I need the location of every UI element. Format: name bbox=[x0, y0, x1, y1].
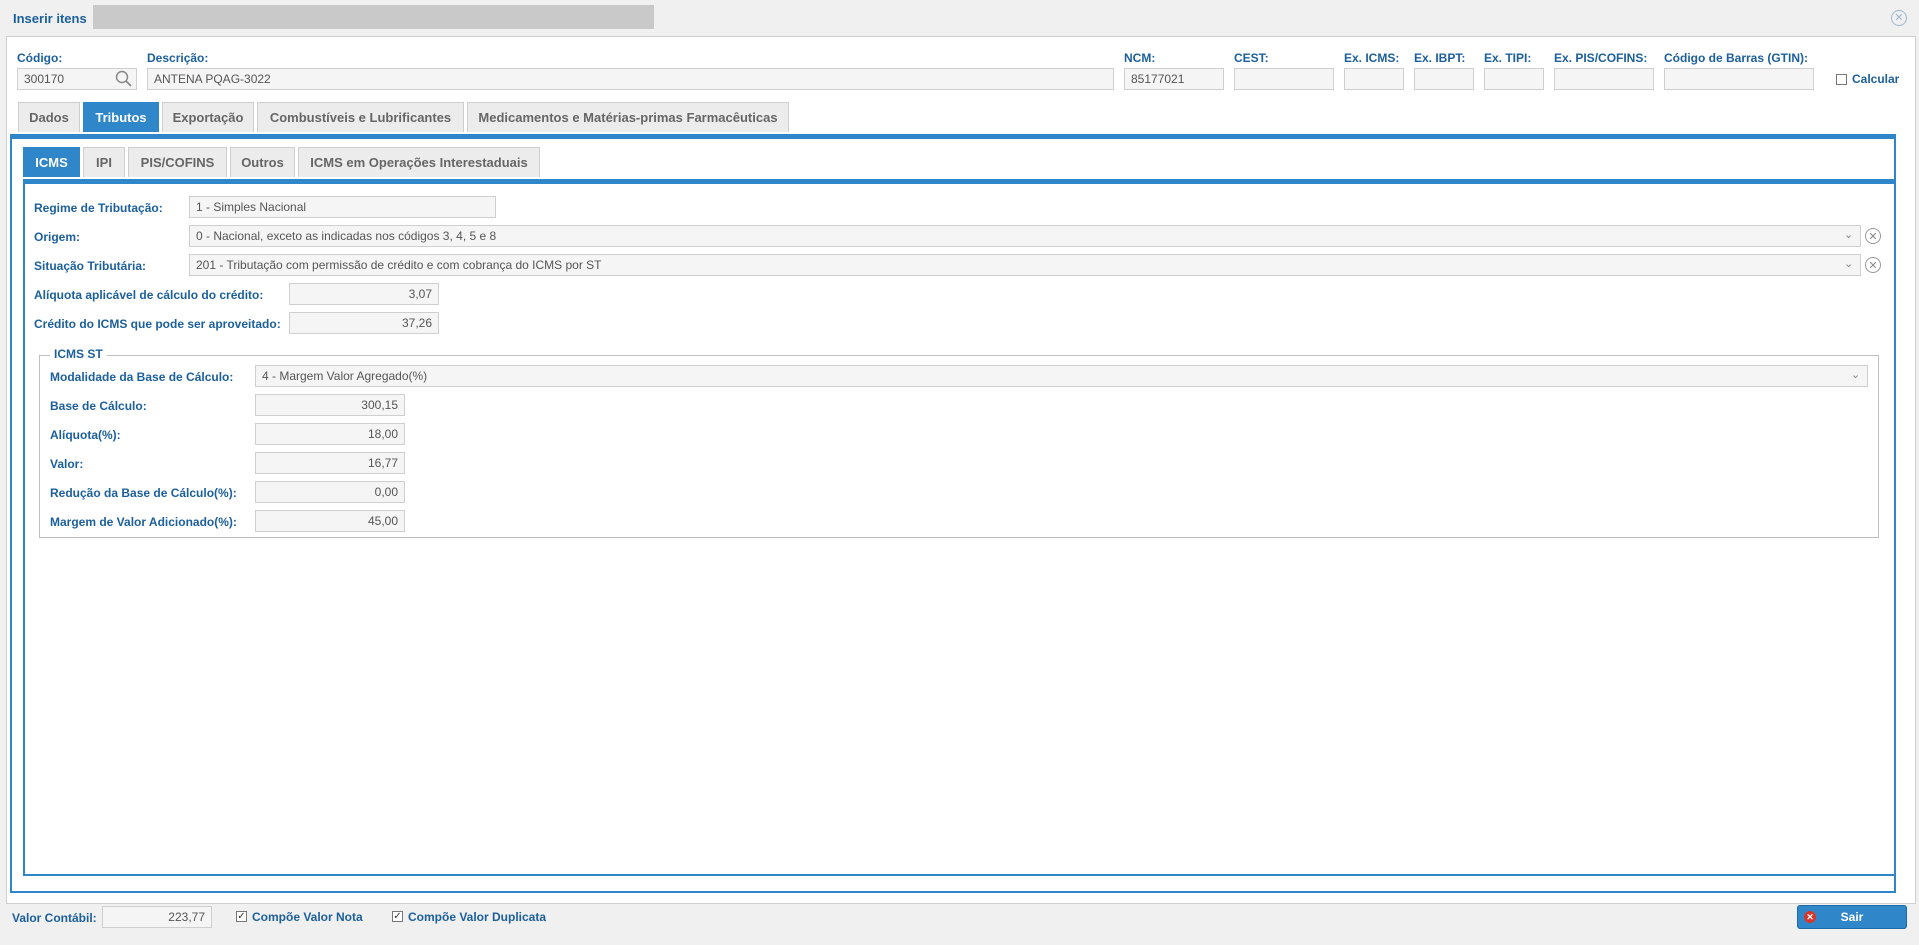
ncm-label: NCM: bbox=[1124, 51, 1156, 65]
subtab-icms-interestaduais[interactable]: ICMS em Operações Interestaduais bbox=[298, 147, 540, 177]
valor-field: 16,77 bbox=[255, 452, 405, 474]
codigo-label: Código: bbox=[17, 51, 63, 65]
clear-icon[interactable]: ✕ bbox=[1865, 228, 1881, 244]
ex-piscofins-label: Ex. PIS/COFINS: bbox=[1554, 51, 1648, 65]
descricao-label: Descrição: bbox=[147, 51, 209, 65]
chevron-down-icon[interactable]: ⌄ bbox=[1844, 228, 1853, 241]
close-icon[interactable]: ✕ bbox=[1891, 10, 1907, 26]
valor-contabil-field: 223,77 bbox=[102, 906, 212, 928]
ex-icms-input[interactable] bbox=[1344, 68, 1404, 90]
tab-tributos[interactable]: Tributos bbox=[83, 102, 159, 132]
ex-ibpt-label: Ex. IBPT: bbox=[1414, 51, 1466, 65]
chevron-down-icon[interactable]: ⌄ bbox=[1851, 368, 1860, 381]
subtab-piscofins[interactable]: PIS/COFINS bbox=[128, 147, 227, 177]
cest-input[interactable] bbox=[1234, 68, 1334, 90]
credito-field: 37,26 bbox=[289, 312, 439, 334]
chevron-down-icon[interactable]: ⌄ bbox=[1844, 257, 1853, 270]
compoe-nota-checkbox[interactable]: ✓ bbox=[236, 911, 247, 922]
aliquota-credito-field: 3,07 bbox=[289, 283, 439, 305]
descricao-input[interactable]: ANTENA PQAG-3022 bbox=[147, 68, 1114, 90]
valor-contabil-label: Valor Contábil: bbox=[12, 911, 97, 925]
aliquota-credito-label: Alíquota aplicável de cálculo do crédito… bbox=[34, 288, 264, 302]
sair-button[interactable]: ✕ Sair bbox=[1797, 905, 1907, 929]
subtab-outros[interactable]: Outros bbox=[230, 147, 295, 177]
gtin-label: Código de Barras (GTIN): bbox=[1664, 51, 1809, 65]
exit-icon: ✕ bbox=[1804, 911, 1816, 923]
ex-ibpt-input[interactable] bbox=[1414, 68, 1474, 90]
search-icon[interactable] bbox=[115, 70, 133, 91]
aliquota-field: 18,00 bbox=[255, 423, 405, 445]
ex-icms-label: Ex. ICMS: bbox=[1344, 51, 1400, 65]
modalidade-select[interactable]: 4 - Margem Valor Agregado(%) bbox=[255, 365, 1868, 387]
title-bar: Inserir itens ✕ bbox=[0, 0, 1919, 36]
subtab-icms[interactable]: ICMS bbox=[23, 147, 80, 177]
compoe-nota-label: Compõe Valor Nota bbox=[252, 910, 363, 924]
gtin-input[interactable] bbox=[1664, 68, 1814, 90]
margem-field: 45,00 bbox=[255, 510, 405, 532]
sair-label: Sair bbox=[1840, 910, 1864, 924]
valor-label: Valor: bbox=[50, 457, 84, 471]
compoe-duplicata-label: Compõe Valor Duplicata bbox=[408, 910, 547, 924]
calcular-checkbox[interactable] bbox=[1836, 74, 1847, 85]
window-title: Inserir itens bbox=[13, 11, 87, 26]
ncm-input[interactable]: 85177021 bbox=[1124, 68, 1224, 90]
tab-dados[interactable]: Dados bbox=[18, 102, 80, 132]
margem-label: Margem de Valor Adicionado(%): bbox=[50, 515, 237, 529]
aliquota-label: Alíquota(%): bbox=[50, 428, 121, 442]
compoe-duplicata-checkbox[interactable]: ✓ bbox=[392, 911, 403, 922]
ex-tipi-label: Ex. TIPI: bbox=[1484, 51, 1532, 65]
tab-medicamentos[interactable]: Medicamentos e Matérias-primas Farmacêut… bbox=[467, 102, 789, 132]
reducao-field: 0,00 bbox=[255, 481, 405, 503]
tab-combustiveis[interactable]: Combustíveis e Lubrificantes bbox=[257, 102, 464, 132]
cest-label: CEST: bbox=[1234, 51, 1269, 65]
ex-piscofins-input[interactable] bbox=[1554, 68, 1654, 90]
regime-field: 1 - Simples Nacional bbox=[189, 196, 496, 218]
icms-st-legend: ICMS ST bbox=[50, 347, 107, 361]
ex-tipi-input[interactable] bbox=[1484, 68, 1544, 90]
tab-exportacao[interactable]: Exportação bbox=[162, 102, 254, 132]
regime-label: Regime de Tributação: bbox=[34, 201, 163, 215]
clear-icon[interactable]: ✕ bbox=[1865, 257, 1881, 273]
modalidade-label: Modalidade da Base de Cálculo: bbox=[50, 370, 234, 384]
title-redacted-bar bbox=[93, 5, 654, 29]
base-label: Base de Cálculo: bbox=[50, 399, 147, 413]
origem-label: Origem: bbox=[34, 230, 81, 244]
subtab-ipi[interactable]: IPI bbox=[83, 147, 125, 177]
situacao-select[interactable]: 201 - Tributação com permissão de crédit… bbox=[189, 254, 1861, 276]
base-field: 300,15 bbox=[255, 394, 405, 416]
origem-select[interactable]: 0 - Nacional, exceto as indicadas nos có… bbox=[189, 225, 1861, 247]
reducao-label: Redução da Base de Cálculo(%): bbox=[50, 486, 237, 500]
situacao-label: Situação Tributária: bbox=[34, 259, 147, 273]
credito-label: Crédito do ICMS que pode ser aproveitado… bbox=[34, 317, 281, 331]
calcular-label: Calcular bbox=[1852, 72, 1900, 86]
